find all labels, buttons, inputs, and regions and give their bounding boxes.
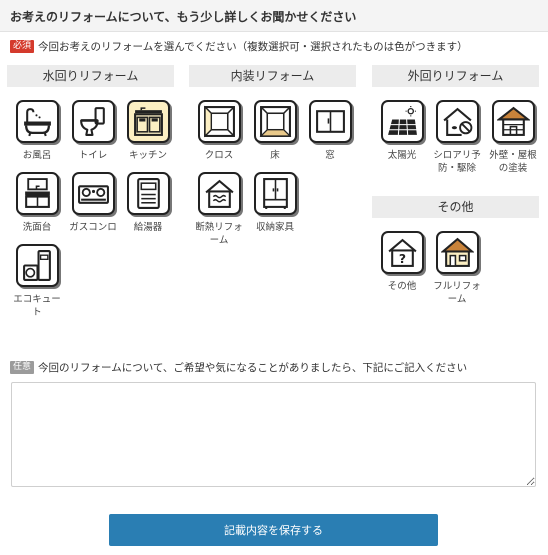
option-floor-tile[interactable] (253, 100, 297, 143)
option-eco-cute-tile[interactable] (15, 244, 59, 287)
option-water-heater-tile[interactable] (126, 172, 170, 215)
option-toilet[interactable]: トイレ (68, 100, 118, 162)
option-solar-label: 太陽光 (387, 150, 417, 161)
roof-paint-icon (496, 106, 530, 136)
option-floor[interactable]: 床 (250, 100, 300, 162)
option-other-label: その他 (387, 281, 417, 292)
section-title: お考えのリフォームについて、もう少し詳しくお聞かせください (0, 0, 548, 32)
full-house-icon (440, 237, 474, 267)
option-cloth-tile[interactable] (197, 100, 241, 143)
option-kitchen[interactable]: キッチン (123, 100, 173, 162)
option-toilet-label: トイレ (78, 150, 108, 161)
option-other[interactable]: ? その他 (377, 231, 427, 293)
optional-badge: 任意 (10, 360, 35, 374)
insulation-icon (204, 179, 234, 208)
option-window-tile[interactable] (308, 100, 352, 143)
toilet-icon (79, 107, 105, 136)
option-solar[interactable]: 太陽光 (377, 100, 427, 162)
gas-stove-icon (77, 185, 109, 204)
option-washbasin[interactable]: 洗面台 (12, 172, 62, 234)
option-washbasin-label: 洗面台 (22, 222, 52, 233)
option-eco-cute[interactable]: エコキュート (12, 244, 62, 319)
option-full[interactable]: フルリフォーム (432, 231, 482, 306)
option-termite[interactable]: シロアリ予防・駆除 (432, 100, 482, 175)
option-insulation[interactable]: 断熱リフォーム (194, 172, 244, 247)
water-heater-icon (136, 178, 160, 209)
category-water: 水回りリフォーム (7, 65, 174, 87)
option-full-label: フルリフォーム (433, 281, 481, 305)
option-termite-label: シロアリ予防・駆除 (433, 150, 481, 174)
option-insulation-tile[interactable] (197, 172, 241, 215)
option-window-label: 窓 (325, 150, 335, 161)
option-cloth-label: クロス (204, 150, 234, 161)
floor-icon (259, 106, 291, 137)
option-bath-tile[interactable] (15, 100, 59, 143)
option-floor-label: 床 (270, 150, 280, 161)
option-gas-stove[interactable]: ガスコンロ (68, 172, 118, 234)
save-button[interactable]: 記載内容を保存する (109, 514, 438, 546)
required-instruction: 必須 今回お考えのリフォームを選んでください（複数選択可・選択されたものは色がつ… (10, 39, 468, 53)
option-solar-tile[interactable] (380, 100, 424, 143)
option-full-tile[interactable] (435, 231, 479, 274)
option-exterior-paint-tile[interactable] (491, 100, 535, 143)
option-bath[interactable]: お風呂 (12, 100, 62, 162)
required-instruction-text: 今回お考えのリフォームを選んでください（複数選択可・選択されたものは色がつきます… (38, 40, 468, 53)
comments-textarea[interactable] (11, 382, 536, 487)
option-kitchen-label: キッチン (128, 150, 167, 161)
eco-cute-icon (22, 250, 51, 281)
optional-instruction: 任意 今回のリフォームについて、ご希望や気になることがありましたら、下記にご記入… (10, 360, 467, 374)
bathtub-icon (23, 108, 51, 137)
option-toilet-tile[interactable] (71, 100, 115, 143)
option-gas-stove-label: ガスコンロ (69, 222, 117, 233)
option-cloth[interactable]: クロス (194, 100, 244, 162)
option-storage[interactable]: 収納家具 (250, 172, 300, 234)
option-bath-label: お風呂 (22, 150, 52, 161)
option-storage-label: 収納家具 (255, 222, 294, 233)
option-insulation-label: 断熱リフォーム (195, 222, 243, 246)
wardrobe-icon (262, 178, 288, 209)
option-washbasin-tile[interactable] (15, 172, 59, 215)
washbasin-icon (24, 178, 50, 208)
kitchen-icon (133, 107, 163, 136)
solar-panel-icon (387, 106, 417, 135)
option-kitchen-tile[interactable] (126, 100, 170, 143)
question-house-icon: ? (387, 238, 417, 267)
category-exterior: 外回りリフォーム (372, 65, 539, 87)
option-termite-tile[interactable] (435, 100, 479, 143)
option-eco-cute-label: エコキュート (13, 294, 61, 318)
option-window[interactable]: 窓 (305, 100, 355, 162)
wallpaper-icon (203, 105, 235, 138)
option-gas-stove-tile[interactable] (71, 172, 115, 215)
option-storage-tile[interactable] (253, 172, 297, 215)
option-water-heater-label: 給湯器 (133, 222, 163, 233)
category-interior: 内装リフォーム (189, 65, 356, 87)
option-other-tile[interactable]: ? (380, 231, 424, 274)
window-icon (315, 110, 345, 133)
category-other: その他 (372, 196, 539, 218)
required-badge: 必須 (10, 39, 35, 53)
option-exterior-paint-label: 外壁・屋根の塗装 (489, 150, 537, 174)
optional-instruction-text: 今回のリフォームについて、ご希望や気になることがありましたら、下記にご記入くださ… (38, 361, 468, 374)
option-water-heater[interactable]: 給湯器 (123, 172, 173, 234)
option-exterior-paint[interactable]: 外壁・屋根の塗装 (488, 100, 538, 175)
svg-text:?: ? (398, 252, 405, 266)
termite-house-icon (442, 107, 472, 136)
